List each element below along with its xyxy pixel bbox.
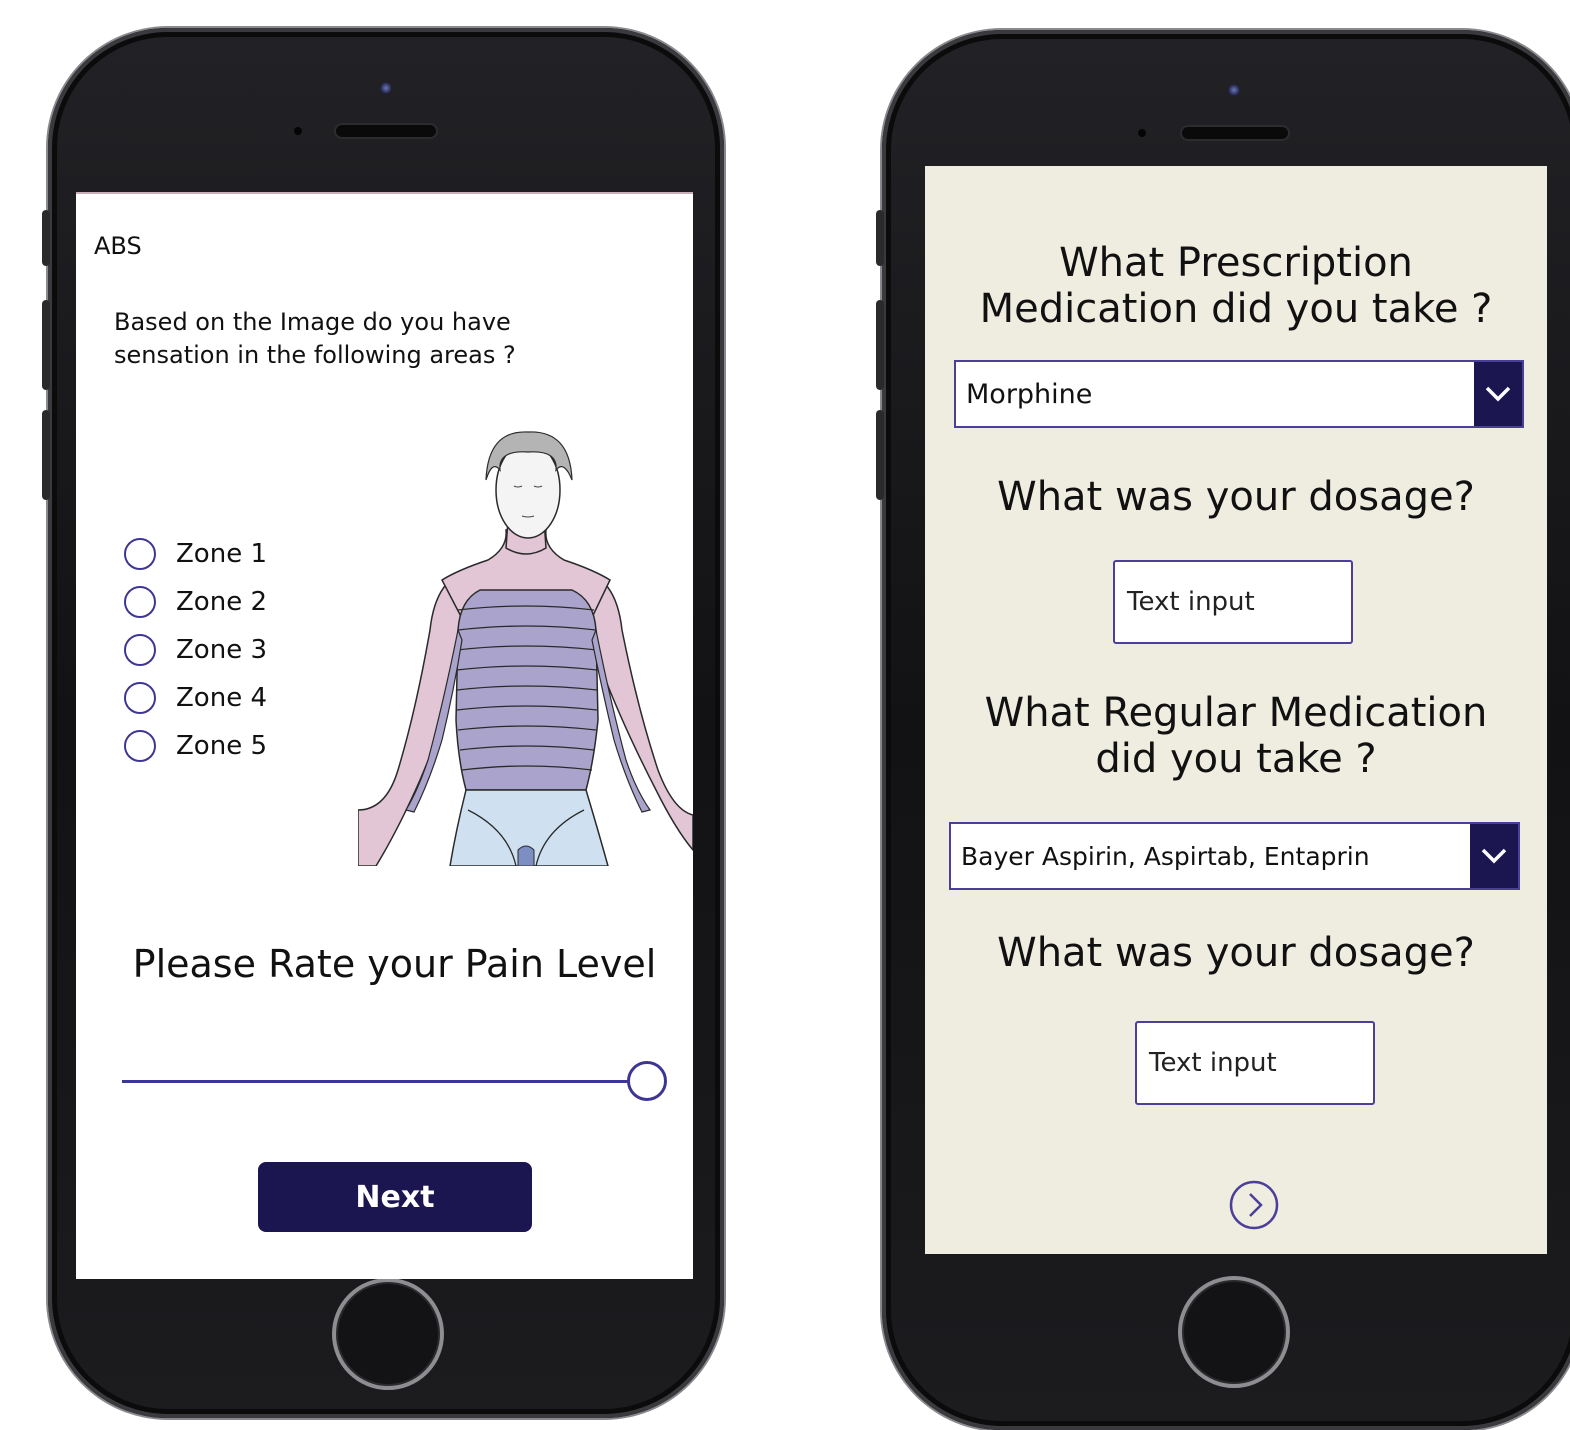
app-header: ABS (94, 232, 142, 260)
left-phone-volume-down (42, 410, 50, 500)
dosage-question-2: What was your dosage? (997, 930, 1475, 976)
zone-radio-group: Zone 1 Zone 2 Zone 3 Zone 4 Zone 5 (124, 530, 267, 770)
zone-option-1[interactable]: Zone 1 (124, 530, 267, 578)
zone-option-4[interactable]: Zone 4 (124, 674, 267, 722)
zone-label: Zone 4 (176, 683, 267, 713)
zone-label: Zone 2 (176, 587, 267, 617)
front-camera (380, 82, 392, 94)
zone-option-2[interactable]: Zone 2 (124, 578, 267, 626)
radio-button[interactable] (124, 586, 156, 618)
slider-thumb[interactable] (627, 1061, 667, 1101)
right-screen: What Prescription Medication did you tak… (925, 166, 1547, 1254)
next-arrow-icon[interactable] (1229, 1180, 1279, 1230)
sensation-question: Based on the Image do you have sensation… (114, 308, 516, 369)
right-phone-volume-up (876, 300, 884, 390)
zone-label: Zone 3 (176, 635, 267, 665)
chevron-down-icon[interactable] (1470, 824, 1518, 888)
left-phone-mute-switch (42, 210, 50, 266)
earpiece-speaker (1182, 127, 1288, 139)
prescription-dropdown[interactable]: Morphine (954, 360, 1524, 428)
radio-button[interactable] (124, 634, 156, 666)
pain-level-slider[interactable] (122, 1059, 667, 1105)
right-phone-mute-switch (876, 210, 884, 266)
regular-medication-question: What Regular Medication did you take ? (984, 690, 1488, 782)
earpiece-speaker (336, 125, 436, 137)
slider-track[interactable] (122, 1080, 647, 1083)
proximity-sensor (294, 127, 302, 135)
dropdown-selected-value: Bayer Aspirin, Aspirtab, Entaprin (961, 841, 1370, 871)
radio-button[interactable] (124, 538, 156, 570)
radio-button[interactable] (124, 682, 156, 714)
chevron-down-icon[interactable] (1474, 362, 1522, 426)
zone-label: Zone 1 (176, 539, 267, 569)
regular-medication-dropdown[interactable]: Bayer Aspirin, Aspirtab, Entaprin (949, 822, 1520, 890)
front-camera (1228, 84, 1240, 96)
zone-label: Zone 5 (176, 731, 267, 761)
dosage-1-input[interactable]: Text input (1113, 560, 1353, 644)
radio-button[interactable] (124, 730, 156, 762)
left-screen: ABS Based on the Image do you have sensa… (76, 192, 693, 1279)
prescription-question: What Prescription Medication did you tak… (979, 240, 1493, 332)
dosage-2-input[interactable]: Text input (1135, 1021, 1375, 1105)
zone-option-5[interactable]: Zone 5 (124, 722, 267, 770)
pain-level-title: Please Rate your Pain Level (132, 942, 657, 986)
home-button[interactable] (1178, 1276, 1290, 1388)
dropdown-selected-value: Morphine (966, 378, 1093, 410)
right-phone-volume-down (876, 410, 884, 500)
dosage-question-1: What was your dosage? (997, 474, 1475, 520)
home-button[interactable] (332, 1278, 444, 1390)
left-phone-volume-up (42, 300, 50, 390)
proximity-sensor (1138, 129, 1146, 137)
next-button[interactable]: Next (258, 1162, 532, 1232)
body-dermatome-illustration (358, 431, 693, 866)
zone-option-3[interactable]: Zone 3 (124, 626, 267, 674)
